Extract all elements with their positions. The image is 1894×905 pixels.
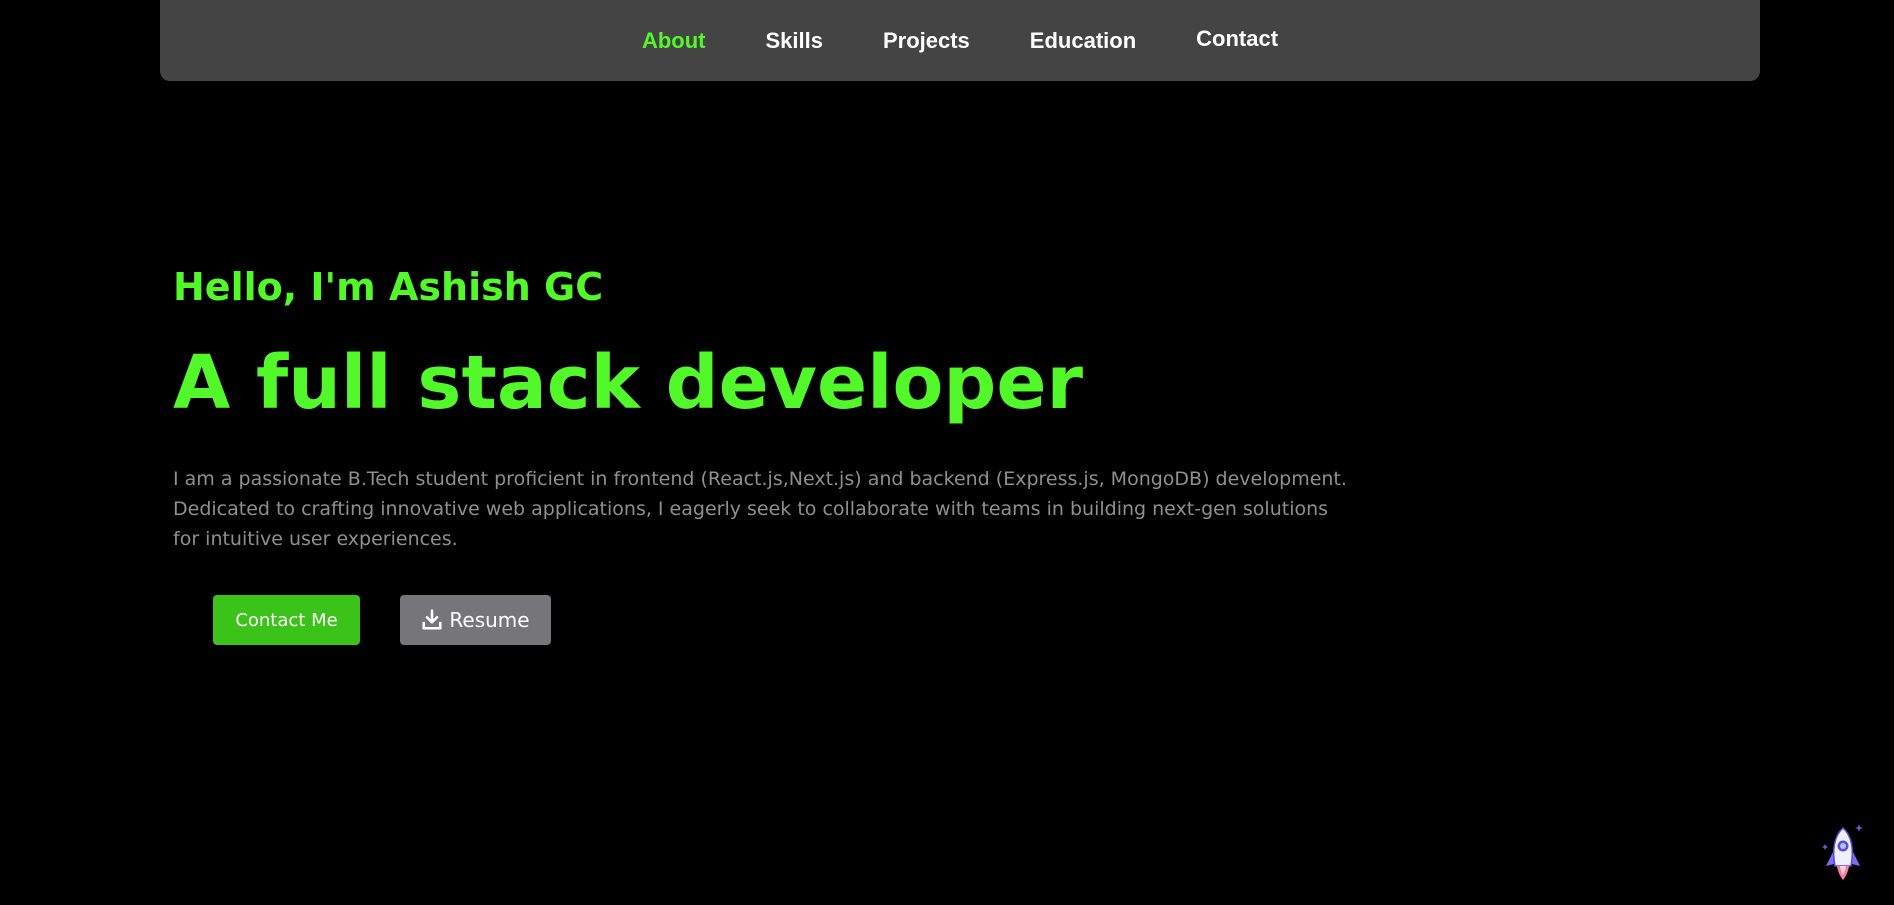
download-icon <box>422 609 442 630</box>
rocket-icon[interactable] <box>1818 822 1868 882</box>
bio-text: I am a passionate B.Tech student profici… <box>173 468 1347 550</box>
nav-link-skills[interactable]: Skills <box>765 28 822 54</box>
contact-me-label: Contact Me <box>235 609 338 631</box>
nav-link-education[interactable]: Education <box>1030 28 1136 54</box>
nav-link-contact[interactable]: Contact <box>1196 26 1278 52</box>
contact-me-button[interactable]: Contact Me <box>213 595 360 645</box>
resume-button[interactable]: Resume <box>400 595 551 645</box>
greeting: Hello, I'm Ashish GC <box>173 265 604 309</box>
resume-label: Resume <box>449 608 530 632</box>
headline: A full stack developer <box>173 340 1084 426</box>
nav-list: About Skills Projects Education Contact <box>612 26 1308 54</box>
nav-link-projects[interactable]: Projects <box>883 28 970 54</box>
navbar: About Skills Projects Education Contact <box>160 0 1760 81</box>
hero-section: Hello, I'm Ashish GC A full stack develo… <box>173 265 1373 645</box>
nav-link-about[interactable]: About <box>642 28 706 54</box>
page: About Skills Projects Education Contact … <box>0 0 1894 905</box>
